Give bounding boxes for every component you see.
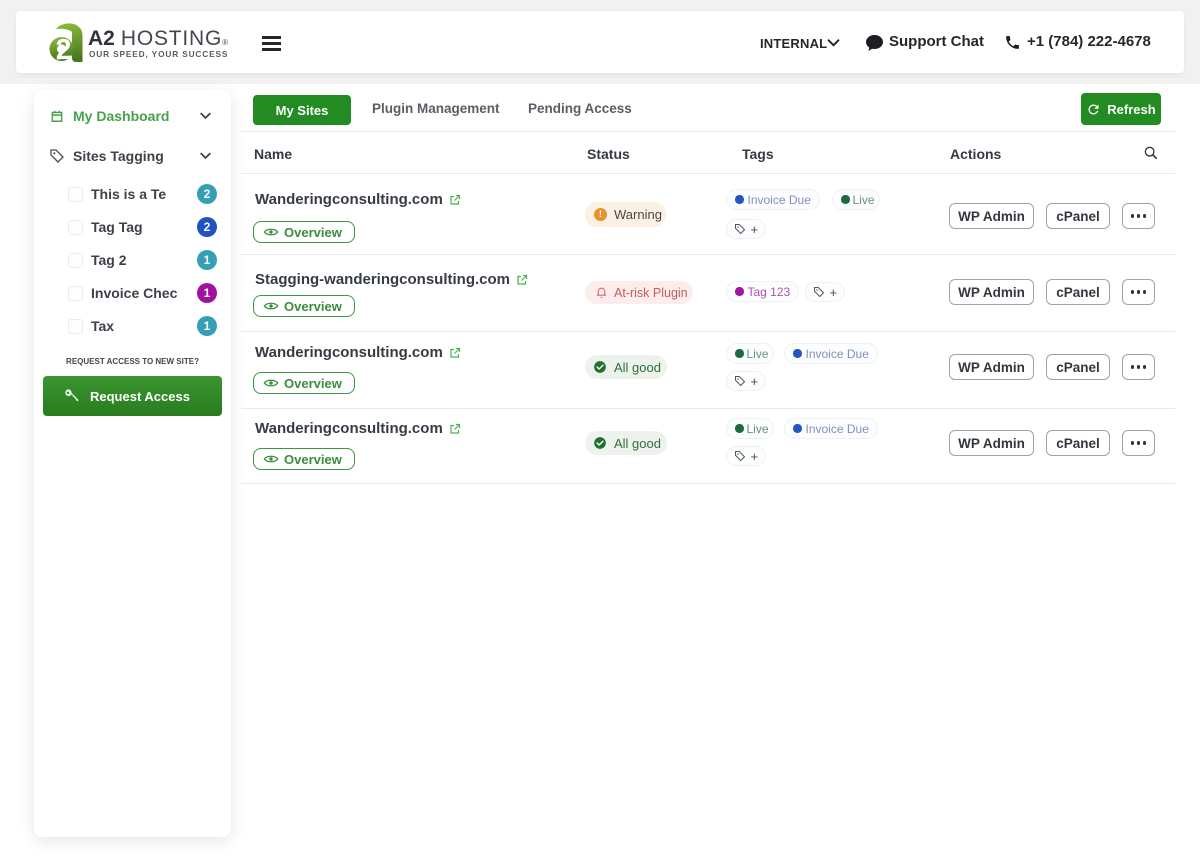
svg-text:2: 2 bbox=[55, 34, 72, 62]
